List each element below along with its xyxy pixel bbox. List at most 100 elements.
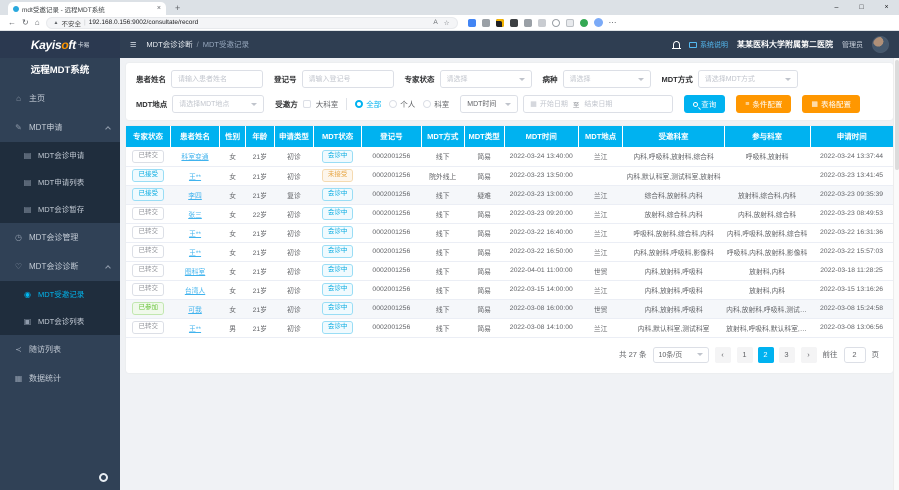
table-row[interactable]: 已参加可我女21岁初诊会诊中0002001256线下简易2022-03-08 1… xyxy=(126,299,893,318)
cell: 放射科,呼吸科,默认科室,测... xyxy=(724,318,810,337)
cell: 兰江 xyxy=(578,280,622,299)
sidebar-item[interactable]: ✎MDT申请 xyxy=(0,113,120,142)
patient-link[interactable]: 可我 xyxy=(188,307,202,314)
disease-select[interactable]: 请选择 xyxy=(563,70,651,88)
extension-icon[interactable] xyxy=(524,19,532,27)
patient-link[interactable]: 王** xyxy=(189,174,201,181)
extension-icon[interactable] xyxy=(482,19,490,27)
close-window-button[interactable]: × xyxy=(874,0,899,15)
patient-link[interactable]: 科室变通 xyxy=(181,154,208,161)
patient-link[interactable]: 张三 xyxy=(188,212,202,219)
back-icon[interactable]: ← xyxy=(8,18,16,27)
search-button[interactable]: 查询 xyxy=(684,95,725,113)
system-help-link[interactable]: 系统说明 xyxy=(689,40,728,50)
invitee-radio[interactable]: 个人 xyxy=(389,99,415,110)
tab-close-icon[interactable]: × xyxy=(157,5,161,12)
extension-icon[interactable] xyxy=(538,19,546,27)
reg-no-input[interactable]: 请输入登记号 xyxy=(302,70,394,88)
url-bar[interactable]: ▲ 不安全 | 192.168.0.156:9002/consultate/re… xyxy=(46,17,458,29)
chevron-up-icon xyxy=(105,265,111,271)
mdt-time-select[interactable]: MDT时间 xyxy=(460,95,518,113)
page-button[interactable]: 2 xyxy=(758,347,774,363)
favorite-star-icon[interactable]: ☆ xyxy=(444,19,450,27)
minimize-button[interactable]: – xyxy=(824,0,849,15)
mdt-place-select[interactable]: 请选择MDT地点 xyxy=(172,95,264,113)
extension-icon[interactable] xyxy=(580,19,588,27)
logo-text: Kayis xyxy=(31,38,62,52)
page-size-select[interactable]: 10条/页 xyxy=(653,347,709,363)
user-avatar[interactable] xyxy=(872,36,889,53)
patient-link[interactable]: 王** xyxy=(189,326,201,333)
sidebar-item-label: MDT申请 xyxy=(29,122,62,133)
table-row[interactable]: 已转交张三女22岁初诊会诊中0002001256线下简易2022-03-23 0… xyxy=(126,204,893,223)
sidebar-item[interactable]: ⌂主页 xyxy=(0,84,120,113)
cell: 简易 xyxy=(464,204,504,223)
patient-link[interactable]: 李四 xyxy=(188,193,202,200)
collapse-menu-icon[interactable]: ≡ xyxy=(130,39,136,51)
table-row[interactable]: 已接受李四女21岁复诊会诊中0002001256线下疑难2022-03-23 1… xyxy=(126,185,893,204)
browser-menu-icon[interactable]: ⋯ xyxy=(609,18,617,27)
patient-link[interactable]: 王** xyxy=(189,231,201,238)
extension-icon[interactable] xyxy=(496,19,504,27)
invitee-radio[interactable]: 全部 xyxy=(355,99,381,110)
cell: 复诊 xyxy=(274,185,314,204)
big-dept-checkbox[interactable] xyxy=(303,100,311,108)
cell: 内科,放射科,呼吸科 xyxy=(623,280,724,299)
table-row[interactable]: 已转交王**女21岁初诊会诊中0002001256线下简易2022-03-22 … xyxy=(126,223,893,242)
settings-gear-icon[interactable] xyxy=(99,473,108,482)
maximize-button[interactable]: □ xyxy=(849,0,874,15)
column-header: 受邀科室 xyxy=(623,126,724,147)
table-row[interactable]: 已转交王**男21岁初诊会诊中0002001256线下简易2022-03-08 … xyxy=(126,318,893,337)
browser-tab[interactable]: mdt受邀记录 - 远程MDT系统 × xyxy=(8,2,166,15)
mdt-mode-select[interactable]: 请选择MDT方式 xyxy=(698,70,798,88)
sidebar: 远程MDT系统 ⌂主页✎MDT申请▤MDT会诊申请▤MDT申请列表▤MDT会诊暂… xyxy=(0,58,120,490)
table-row[interactable]: 已转交图科室女21岁初诊会诊中0002001256线下简易2022-04-01 … xyxy=(126,261,893,280)
notification-bell-icon[interactable] xyxy=(673,41,680,48)
cell: 2022-03-23 09:20:00 xyxy=(504,204,578,223)
patient-link[interactable]: 王** xyxy=(189,250,201,257)
next-page-button[interactable]: › xyxy=(801,347,817,363)
extension-icon[interactable] xyxy=(468,19,476,27)
goto-page-input[interactable]: 2 xyxy=(844,347,866,363)
scrollbar-thumb[interactable] xyxy=(895,60,899,170)
sidebar-item[interactable]: ▤MDT会诊暂存 xyxy=(0,196,120,223)
reload-icon[interactable]: ↻ xyxy=(22,18,29,27)
extension-icon[interactable] xyxy=(510,19,518,27)
expert-status-select[interactable]: 请选择 xyxy=(440,70,532,88)
read-aloud-icon[interactable]: A xyxy=(433,19,437,26)
split-screen-icon[interactable] xyxy=(566,19,574,27)
sidebar-item[interactable]: ◷MDT会诊管理 xyxy=(0,223,120,252)
table-row[interactable]: 已转交科室变通女21岁初诊会诊中0002001256线下简易2022-03-24… xyxy=(126,147,893,166)
table-row[interactable]: 已转交王**女21岁初诊会诊中0002001256线下简易2022-03-22 … xyxy=(126,242,893,261)
patient-name-input[interactable]: 请输入患者姓名 xyxy=(171,70,263,88)
browser-home-icon[interactable]: ⌂ xyxy=(35,18,40,27)
new-tab-button[interactable]: + xyxy=(175,2,180,15)
cell: 内科,呼吸科,放射科,综合科 xyxy=(623,147,724,166)
date-range-input[interactable]: ▦ 开始日期 至 结束日期 xyxy=(523,95,673,113)
prev-page-button[interactable]: ‹ xyxy=(715,347,731,363)
invitee-radio[interactable]: 科室 xyxy=(423,99,449,110)
sidebar-item[interactable]: ▤MDT申请列表 xyxy=(0,169,120,196)
condition-config-button[interactable]: ≡ 条件配置 xyxy=(736,95,791,113)
cell: 21岁 xyxy=(246,147,274,166)
sidebar-item[interactable]: ▤MDT会诊申请 xyxy=(0,142,120,169)
patient-name-label: 患者姓名 xyxy=(136,74,166,85)
page-button[interactable]: 1 xyxy=(737,347,753,363)
breadcrumb-root[interactable]: MDT会诊诊断 xyxy=(146,39,192,50)
patient-link[interactable]: 台湾人 xyxy=(185,288,205,295)
sidebar-item[interactable]: ▦数据统计 xyxy=(0,364,120,393)
sidebar-item[interactable]: ≺随访列表 xyxy=(0,335,120,364)
table-row[interactable]: 已转交台湾人女21岁初诊会诊中0002001256线下简易2022-03-15 … xyxy=(126,280,893,299)
sidebar-item[interactable]: ♡MDT会诊诊断 xyxy=(0,252,120,281)
table-row[interactable]: 已接受王**女21岁初诊未接受0002001256院外线上简易2022-03-2… xyxy=(126,166,893,185)
browser-profile-icon[interactable] xyxy=(594,18,603,27)
table-config-button[interactable]: ▦ 表格配置 xyxy=(802,95,860,113)
page-unit: 页 xyxy=(872,349,880,360)
patient-link[interactable]: 图科室 xyxy=(185,269,205,276)
cell: 21岁 xyxy=(246,223,274,242)
page-button[interactable]: 3 xyxy=(779,347,795,363)
extension-icon[interactable] xyxy=(552,19,560,27)
window-controls: – □ × xyxy=(824,0,899,15)
sidebar-item[interactable]: ▣MDT会诊列表 xyxy=(0,308,120,335)
sidebar-item[interactable]: ◉MDT受邀记录 xyxy=(0,281,120,308)
